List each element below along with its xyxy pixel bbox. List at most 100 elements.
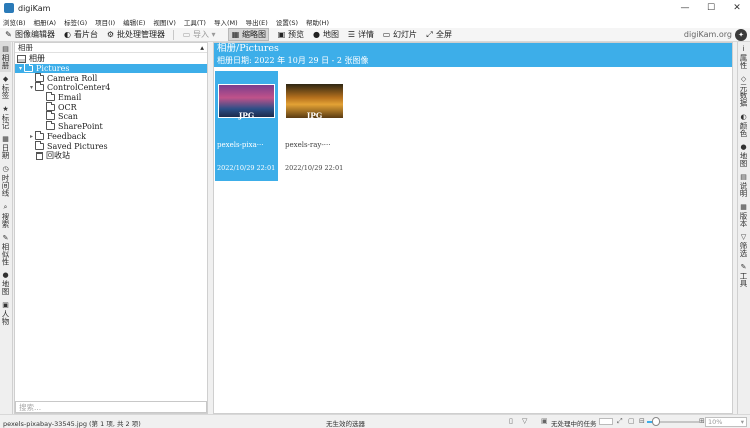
image-editor-button[interactable]: ✎ 图像编辑器 xyxy=(4,29,55,40)
tree-item-controlcenter4[interactable]: ▾ ControlCenter4 xyxy=(15,82,207,93)
minimize-button[interactable]: — xyxy=(672,0,698,16)
preview-view-button[interactable]: ▣ 预览 xyxy=(277,29,304,40)
document-icon[interactable]: ▯ xyxy=(509,417,513,425)
details-view-button[interactable]: ☰ 详情 xyxy=(347,29,374,40)
album-panel-title: 相册 xyxy=(18,43,33,52)
thumbnail-item[interactable]: JPG pexels-ray-··· 2022/10/29 22:01 xyxy=(283,71,346,181)
menu-tools[interactable]: 工具(T) xyxy=(184,17,206,27)
search-icon: ⌕ xyxy=(3,202,8,211)
light-table-button[interactable]: ◐ 看片台 xyxy=(63,29,98,40)
tab-timeline[interactable]: ◷ 时间线 xyxy=(0,162,11,200)
tree-item-trash[interactable]: 回收站 xyxy=(15,151,207,161)
zoom-slider-handle[interactable] xyxy=(652,417,660,426)
import-button[interactable]: ▭ 导入 ▾ xyxy=(182,29,220,40)
details-label: 详情 xyxy=(358,30,374,39)
album-path-title: 相册/Pictures xyxy=(217,43,279,54)
tab-versions[interactable]: ▦ 版本 xyxy=(738,200,749,230)
zoom-out-icon[interactable]: ⊟ xyxy=(639,417,645,425)
close-button[interactable]: ✕ xyxy=(724,0,750,16)
tree-item-saved-pictures[interactable]: Saved Pictures xyxy=(15,140,207,151)
zoom-level-select[interactable]: 10% ▾ xyxy=(705,417,747,427)
tab-search-label: 搜索 xyxy=(1,212,10,228)
menu-album[interactable]: 相册(A) xyxy=(34,17,57,27)
caption-icon: ▤ xyxy=(740,172,747,181)
expand-arrow-icon[interactable]: ▾ xyxy=(28,84,35,91)
thumbnail-date: 2022/10/29 22:01 xyxy=(285,164,344,172)
tree-item-feedback[interactable]: ▸ Feedback xyxy=(15,130,207,142)
menu-view[interactable]: 视图(V) xyxy=(153,17,176,27)
tab-right-map[interactable]: ● 地图 xyxy=(738,140,749,170)
tree-item-camera-roll[interactable]: Camera Roll xyxy=(15,72,207,83)
tab-properties[interactable]: i 属性 xyxy=(738,42,749,72)
maximize-button[interactable]: ☐ xyxy=(698,0,724,16)
tab-tags[interactable]: ◆ 标签 xyxy=(0,72,11,102)
tree-item-sharepoint[interactable]: SharePoint xyxy=(15,121,207,132)
tree-item-scan[interactable]: Scan xyxy=(15,111,207,122)
tree-root-albums[interactable]: 相册 xyxy=(15,54,207,64)
menu-export[interactable]: 导出(E) xyxy=(246,17,268,27)
tree-item-pictures[interactable]: ▾ Pictures xyxy=(15,63,207,74)
import-icon: ▭ xyxy=(182,30,191,39)
tab-dates[interactable]: ▦ 日期 xyxy=(0,132,11,162)
zoom-100-icon[interactable]: ▢ xyxy=(628,417,635,425)
album-tree: 相册 ▾ Pictures Camera Roll ▾ ControlCente… xyxy=(15,53,207,161)
preview-label: 预览 xyxy=(288,30,304,39)
tab-filters-label: 筛选 xyxy=(739,241,748,257)
folder-icon xyxy=(46,111,55,121)
digikam-brand-icon[interactable]: ✦ xyxy=(735,29,747,41)
tab-filters[interactable]: ▽ 筛选 xyxy=(738,230,749,260)
album-search-input[interactable]: 搜索... xyxy=(15,401,207,413)
queue-icon: ▣ xyxy=(541,417,548,425)
tree-item-label: Saved Pictures xyxy=(47,141,108,151)
tree-item-label: Email xyxy=(58,93,82,103)
fullscreen-icon: ⤢ xyxy=(426,29,433,39)
filter-icon: ▽ xyxy=(740,232,747,241)
tree-item-label: ControlCenter4 xyxy=(47,83,111,93)
color-icon: ◐ xyxy=(740,112,747,121)
tab-metadata-label: 元数据 xyxy=(739,84,748,107)
menu-browse[interactable]: 浏览(B) xyxy=(3,17,26,27)
album-icon: ▤ xyxy=(2,45,9,53)
chevron-up-icon[interactable]: ▴ xyxy=(200,43,204,52)
tree-item-ocr[interactable]: OCR xyxy=(15,101,207,112)
batch-queue-icon: ⚙ xyxy=(106,30,115,39)
tab-labels[interactable]: ★ 标记 xyxy=(0,102,11,132)
tab-map[interactable]: ● 地图 xyxy=(0,268,11,298)
tab-albums[interactable]: ▤ 相册 xyxy=(0,42,11,72)
brand-link[interactable]: digiKam.org xyxy=(684,30,732,39)
filter-icon[interactable]: ▽ xyxy=(522,417,527,425)
fullscreen-button[interactable]: ⤢ 全屏 xyxy=(425,29,452,40)
menu-settings[interactable]: 设置(S) xyxy=(276,17,298,27)
tab-tools[interactable]: ✎ 工具 xyxy=(738,260,749,290)
fit-window-icon[interactable]: ⤢ xyxy=(617,417,623,426)
menu-import[interactable]: 导入(M) xyxy=(214,17,238,27)
batch-queue-button[interactable]: ⚙ 批处理管理器 xyxy=(106,29,165,40)
right-sidebar-tabs: i 属性 ◇ 元数据 ◐ 颜色 ● 地图 ▤ 说明 ▦ 版本 ▽ 筛选 ✎ 工具 xyxy=(737,42,750,414)
tab-captions[interactable]: ▤ 说明 xyxy=(738,170,749,200)
tab-tools-label: 工具 xyxy=(739,271,748,287)
map-view-button[interactable]: ● 地图 xyxy=(312,29,339,40)
tab-versions-label: 版本 xyxy=(739,211,748,227)
menu-tag[interactable]: 标签(G) xyxy=(64,17,87,27)
tab-colors[interactable]: ◐ 颜色 xyxy=(738,110,749,140)
slideshow-button[interactable]: ▭ 幻灯片 xyxy=(382,29,417,40)
menu-help[interactable]: 帮助(H) xyxy=(306,17,329,27)
tree-item-email[interactable]: Email xyxy=(15,92,207,103)
info-icon: i xyxy=(742,45,745,53)
tab-metadata[interactable]: ◇ 元数据 xyxy=(738,72,749,110)
expand-arrow-icon[interactable]: ▸ xyxy=(28,133,35,140)
tab-people[interactable]: ▣ 人物 xyxy=(0,298,11,328)
similarity-icon: ✎ xyxy=(2,233,9,242)
zoom-in-icon[interactable]: ⊞ xyxy=(699,417,705,425)
thumbnails-view-button[interactable]: ▦ 缩略图 xyxy=(228,28,269,41)
menu-item[interactable]: 项目(I) xyxy=(95,17,115,27)
menu-edit[interactable]: 编辑(E) xyxy=(123,17,145,27)
tab-search[interactable]: ⌕ 搜索 xyxy=(0,200,11,231)
expand-arrow-icon[interactable]: ▾ xyxy=(17,65,24,72)
left-sidebar-tabs: ▤ 相册 ◆ 标签 ★ 标记 ▦ 日期 ◷ 时间线 ⌕ 搜索 ✎ 相似性 ● 地图 ▣ 人物 xyxy=(0,42,13,414)
folder-icon xyxy=(35,82,44,92)
pencil-icon: ✎ xyxy=(5,30,12,39)
tab-similarity[interactable]: ✎ 相似性 xyxy=(0,231,11,269)
thumbnail-item[interactable]: JPG pexels-pixa··· 2022/10/29 22:01 xyxy=(215,71,278,181)
timeline-icon: ◷ xyxy=(2,165,9,173)
